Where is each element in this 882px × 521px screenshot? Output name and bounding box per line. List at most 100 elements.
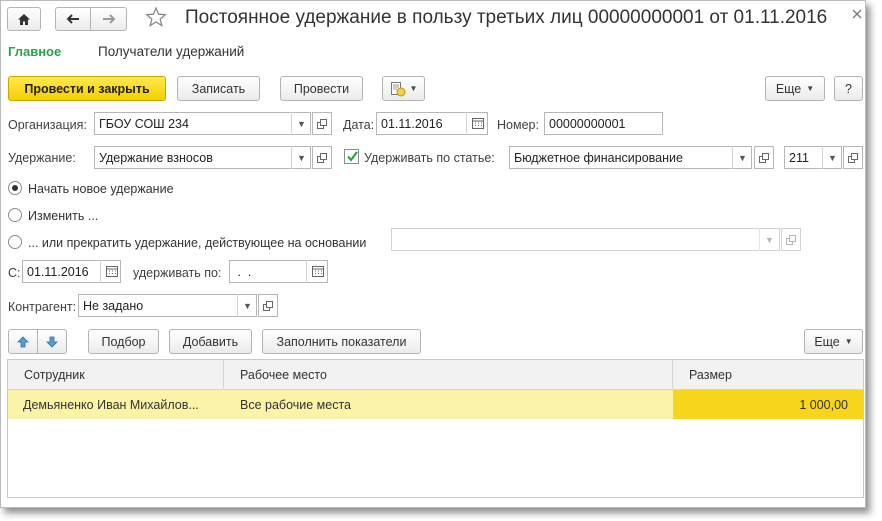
arrow-right-icon: [102, 14, 115, 24]
chevron-down-icon: ▼: [297, 118, 306, 129]
arrow-down-icon: [46, 336, 58, 348]
chevron-down-icon: ▼: [409, 84, 418, 93]
calendar-icon: [311, 266, 324, 277]
close-icon[interactable]: [851, 8, 863, 20]
basis-field: [391, 228, 780, 251]
print-document-icon: [390, 81, 406, 96]
chevron-down-icon: ▼: [765, 234, 774, 245]
column-header-amount[interactable]: Размер: [689, 359, 732, 390]
org-open-button[interactable]: [312, 112, 332, 135]
calendar-icon: [105, 266, 118, 277]
deduction-value: Удержание взносов: [99, 150, 213, 165]
more-button-label: Еще: [775, 81, 802, 96]
deduction-open-button[interactable]: [312, 146, 332, 169]
until-label: удерживать по:: [133, 266, 222, 280]
chevron-down-icon: ▼: [806, 84, 815, 93]
table-more-button-label: Еще: [814, 334, 840, 349]
article-dropdown-button[interactable]: ▼: [732, 146, 752, 169]
cell-amount[interactable]: 1 000,00: [673, 390, 848, 419]
chevron-down-icon: ▼: [828, 152, 837, 163]
more-button[interactable]: Еще ▼: [765, 76, 825, 101]
forward-button[interactable]: [90, 7, 127, 31]
tab-main[interactable]: Главное: [8, 44, 61, 59]
save-button[interactable]: Записать: [177, 76, 260, 101]
from-calendar-button[interactable]: [100, 260, 122, 283]
deduction-field[interactable]: Удержание взносов: [94, 146, 311, 169]
move-up-button[interactable]: [8, 329, 38, 354]
radio-change[interactable]: [8, 208, 22, 222]
article-field[interactable]: Бюджетное финансирование: [509, 146, 752, 169]
document-window: Постоянное удержание в пользу третьих ли…: [0, 0, 866, 508]
from-label: С:: [8, 266, 21, 280]
radio-stop[interactable]: [8, 235, 22, 249]
by-article-label: Удерживать по статье:: [364, 151, 495, 165]
radio-stop-label: ... или прекратить удержание, действующе…: [28, 236, 367, 250]
home-button[interactable]: [7, 7, 41, 31]
column-header-employee[interactable]: Сотрудник: [24, 359, 85, 390]
arrow-up-icon: [17, 335, 29, 347]
radio-new-deduction-label: Начать новое удержание: [28, 182, 174, 196]
date-calendar-button[interactable]: [466, 112, 488, 135]
until-date-value: . .: [234, 264, 252, 279]
article-open-button[interactable]: [754, 146, 774, 169]
org-dropdown-button[interactable]: ▼: [291, 112, 311, 135]
cell-workplace[interactable]: Все рабочие места: [240, 390, 351, 419]
basis-dropdown-button: ▼: [759, 228, 779, 251]
open-icon: [848, 152, 858, 163]
print-menu-button[interactable]: ▼: [382, 76, 425, 101]
move-down-button[interactable]: [37, 329, 67, 354]
article-code-open-button[interactable]: [843, 146, 863, 169]
open-icon: [317, 152, 327, 163]
fill-indicators-button[interactable]: Заполнить показатели: [262, 329, 421, 354]
contractor-value: Не задано: [83, 298, 144, 313]
contractor-label: Контрагент:: [8, 300, 77, 314]
chevron-down-icon: ▼: [738, 152, 747, 163]
org-value: ГБОУ СОШ 234: [99, 116, 189, 131]
back-button[interactable]: [55, 7, 91, 31]
table-header: [7, 359, 864, 390]
open-icon: [759, 152, 769, 163]
number-label: Номер:: [497, 118, 539, 132]
arrow-left-icon: [66, 14, 79, 24]
column-header-workplace[interactable]: Рабочее место: [240, 359, 327, 390]
radio-new-deduction[interactable]: [8, 181, 22, 195]
org-field[interactable]: ГБОУ СОШ 234: [94, 112, 311, 135]
article-code-dropdown-button[interactable]: ▼: [822, 146, 842, 169]
contractor-dropdown-button[interactable]: ▼: [237, 294, 257, 317]
pick-button[interactable]: Подбор: [88, 329, 159, 354]
date-value: 01.11.2016: [381, 116, 443, 131]
org-label: Организация:: [8, 118, 87, 132]
help-button[interactable]: ?: [834, 76, 863, 101]
chevron-down-icon: ▼: [844, 337, 853, 346]
favorite-star-icon[interactable]: [145, 6, 167, 28]
add-button[interactable]: Добавить: [169, 329, 252, 354]
contractor-field[interactable]: Не задано: [78, 294, 257, 317]
until-calendar-button[interactable]: [306, 260, 328, 283]
window-title: Постоянное удержание в пользу третьих ли…: [185, 7, 828, 28]
article-value: Бюджетное финансирование: [514, 150, 683, 165]
by-article-checkbox[interactable]: [344, 149, 359, 164]
tab-recipients[interactable]: Получатели удержаний: [98, 44, 244, 59]
date-label: Дата:: [343, 118, 375, 132]
table-more-button[interactable]: Еще ▼: [804, 329, 863, 354]
home-icon: [18, 13, 30, 25]
deduction-label: Удержание:: [8, 151, 76, 165]
number-field[interactable]: 00000000001: [544, 112, 663, 135]
open-icon: [263, 300, 273, 311]
cell-employee[interactable]: Демьяненко Иван Михайлов...: [23, 390, 219, 419]
radio-change-label: Изменить ...: [28, 209, 99, 223]
open-icon: [786, 234, 796, 245]
from-date-value: 01.11.2016: [27, 264, 89, 279]
open-icon: [317, 118, 327, 129]
number-value: 00000000001: [549, 116, 626, 131]
chevron-down-icon: ▼: [297, 152, 306, 163]
article-code-value: 211: [789, 150, 809, 165]
post-and-close-button[interactable]: Провести и закрыть: [8, 76, 166, 101]
deduction-dropdown-button[interactable]: ▼: [291, 146, 311, 169]
post-button[interactable]: Провести: [280, 76, 363, 101]
contractor-open-button[interactable]: [258, 294, 278, 317]
calendar-icon: [471, 118, 484, 129]
chevron-down-icon: ▼: [243, 300, 252, 311]
basis-open-button: [781, 228, 801, 251]
checkmark-icon: [347, 151, 358, 162]
